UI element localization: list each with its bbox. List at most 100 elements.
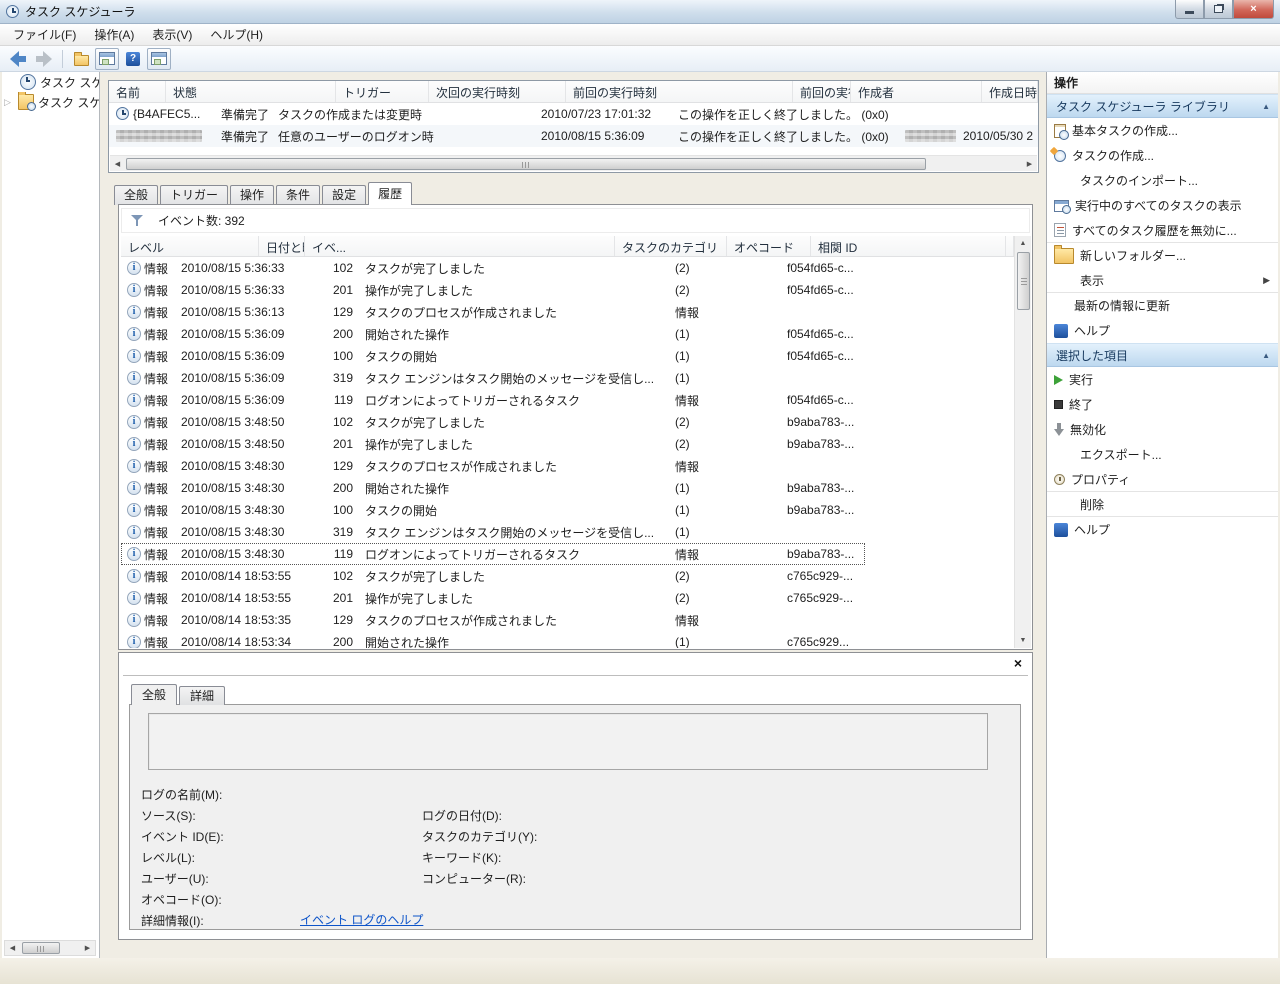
- action-item[interactable]: すべてのタスク履歴を無効に... ▶: [1047, 218, 1278, 243]
- column-header[interactable]: [1006, 236, 1014, 256]
- column-header[interactable]: タスクのカテゴリ: [615, 236, 727, 256]
- event-filter-bar[interactable]: イベント数: 392: [121, 208, 1030, 233]
- menu-item[interactable]: 操作(A): [85, 24, 143, 45]
- scrollbar-thumb[interactable]: [22, 942, 60, 954]
- event-row[interactable]: i情報 2010/08/15 5:36:33 102 タスクが完了しました (2…: [121, 257, 865, 279]
- column-header[interactable]: トリガー: [336, 81, 429, 102]
- action-item[interactable]: 削除 ▶: [1047, 492, 1278, 517]
- tab[interactable]: 操作: [230, 185, 274, 205]
- column-header[interactable]: 次回の実行時刻: [429, 81, 566, 102]
- event-row[interactable]: i情報 2010/08/15 3:48:30 119 ログオンによってトリガーさ…: [121, 543, 865, 565]
- column-header[interactable]: 作成者: [851, 81, 982, 102]
- action-item[interactable]: 基本タスクの作成... ▶: [1047, 118, 1278, 143]
- event-row[interactable]: i情報 2010/08/15 5:36:09 100 タスクの開始 (1) f0…: [121, 345, 865, 367]
- scrollbar-thumb[interactable]: [126, 158, 926, 170]
- event-row[interactable]: i情報 2010/08/15 5:36:09 319 タスク エンジンはタスク開…: [121, 367, 865, 389]
- export-list-button[interactable]: [69, 48, 93, 70]
- event-row[interactable]: i情報 2010/08/15 3:48:30 129 タスクのプロセスが作成され…: [121, 455, 865, 477]
- tab[interactable]: 設定: [322, 185, 366, 205]
- back-button[interactable]: [6, 48, 30, 70]
- event-time: 2010/08/15 3:48:30: [175, 525, 313, 539]
- column-header[interactable]: 前回の実行時刻: [566, 81, 793, 102]
- titlebar[interactable]: タスク スケジューラ ×: [0, 0, 1280, 24]
- action-item[interactable]: 実行 ▶: [1047, 367, 1278, 392]
- actions-section-header-library[interactable]: タスク スケジューラ ライブラリ ▲: [1047, 94, 1278, 118]
- scroll-down-icon[interactable]: ▼: [1016, 633, 1031, 648]
- action-item[interactable]: 終了 ▶: [1047, 392, 1278, 417]
- action-item[interactable]: 無効化 ▶: [1047, 417, 1278, 442]
- task-row[interactable]: {B4AFEC5... 準備完了 タスクの作成または変更時 2010/07/23…: [109, 103, 1038, 125]
- tree-item[interactable]: ▷ タスク スケジューラ ライブラリ: [2, 92, 99, 112]
- event-row[interactable]: i情報 2010/08/15 3:48:50 201 操作が完了しました (2)…: [121, 433, 865, 455]
- tab[interactable]: 全般: [114, 185, 158, 205]
- event-row[interactable]: i情報 2010/08/15 3:48:30 200 開始された操作 (1) b…: [121, 477, 865, 499]
- event-row[interactable]: i情報 2010/08/15 3:48:30 100 タスクの開始 (1) b9…: [121, 499, 865, 521]
- toolbar-help-button[interactable]: ?: [121, 48, 145, 70]
- action-item[interactable]: ヘルプ ▶: [1047, 318, 1278, 343]
- menu-item[interactable]: ファイル(F): [4, 24, 85, 45]
- action-pane-toggle-button[interactable]: [147, 48, 171, 70]
- action-item[interactable]: タスクの作成... ▶: [1047, 143, 1278, 168]
- restore-button[interactable]: [1204, 0, 1233, 19]
- column-header[interactable]: 相関 ID: [811, 236, 1006, 256]
- event-row[interactable]: i情報 2010/08/15 5:36:09 119 ログオンによってトリガーさ…: [121, 389, 865, 411]
- event-id: 129: [313, 305, 359, 319]
- action-item[interactable]: 実行中のすべてのタスクの表示 ▶: [1047, 193, 1278, 218]
- column-header[interactable]: 作成日時: [982, 81, 1038, 102]
- column-header[interactable]: 名前: [109, 81, 166, 102]
- event-row[interactable]: i情報 2010/08/15 3:48:50 102 タスクが完了しました (2…: [121, 411, 865, 433]
- action-item[interactable]: タスクのインポート... ▶: [1047, 168, 1278, 193]
- tab[interactable]: トリガー: [160, 185, 228, 205]
- preview-close-button[interactable]: ×: [1014, 655, 1022, 671]
- scroll-up-icon[interactable]: ▲: [1016, 236, 1031, 251]
- action-item[interactable]: 表示 ▶: [1047, 268, 1278, 293]
- tab[interactable]: 条件: [276, 185, 320, 205]
- event-row[interactable]: i情報 2010/08/15 5:36:33 201 操作が完了しました (2)…: [121, 279, 865, 301]
- event-row[interactable]: i情報 2010/08/15 5:36:09 200 開始された操作 (1) f…: [121, 323, 865, 345]
- expander-icon[interactable]: ▷: [4, 97, 14, 108]
- scroll-left-icon[interactable]: ◀: [5, 941, 20, 955]
- tab[interactable]: 履歴: [368, 182, 412, 205]
- event-description-box[interactable]: [148, 713, 988, 770]
- column-header[interactable]: 前回の実行結果: [793, 81, 851, 102]
- column-header[interactable]: 状態: [166, 81, 336, 102]
- event-opcode: (1): [669, 481, 781, 495]
- menu-item[interactable]: 表示(V): [143, 24, 201, 45]
- action-item[interactable]: エクスポート... ▶: [1047, 442, 1278, 467]
- event-row[interactable]: i情報 2010/08/15 5:36:13 129 タスクのプロセスが作成され…: [121, 301, 865, 323]
- scroll-right-icon[interactable]: ▶: [1022, 157, 1037, 171]
- task-row[interactable]: 準備完了 任意のユーザーのログオン時 2010/08/15 5:36:09 この…: [109, 125, 1038, 147]
- action-item[interactable]: 最新の情報に更新 ▶: [1047, 293, 1278, 318]
- event-list-vertical-scrollbar[interactable]: ▲ ▼: [1014, 236, 1031, 648]
- event-row[interactable]: i情報 2010/08/14 18:53:34 200 開始された操作 (1) …: [121, 631, 865, 648]
- scroll-right-icon[interactable]: ▶: [80, 941, 95, 955]
- event-log-help-link[interactable]: イベント ログのヘルプ: [300, 911, 423, 928]
- column-header[interactable]: 日付と時刻: [259, 236, 305, 256]
- column-header[interactable]: レベル: [121, 236, 259, 256]
- task-last-result: この操作を正しく終了しました。 (0x0): [671, 106, 898, 123]
- preview-tab[interactable]: 詳細: [179, 686, 225, 705]
- action-item[interactable]: ヘルプ ▶: [1047, 517, 1278, 542]
- task-list-horizontal-scrollbar[interactable]: ◀ ▶: [110, 155, 1037, 171]
- tree-horizontal-scrollbar[interactable]: ◀ ▶: [4, 940, 96, 956]
- menu-item[interactable]: ヘルプ(H): [201, 24, 272, 45]
- scrollbar-thumb[interactable]: [1017, 252, 1030, 310]
- scroll-left-icon[interactable]: ◀: [110, 157, 125, 171]
- tree-item[interactable]: タスク スケジューラ: [2, 72, 99, 92]
- close-button[interactable]: ×: [1233, 0, 1274, 19]
- event-row[interactable]: i情報 2010/08/14 18:53:55 102 タスクが完了しました (…: [121, 565, 865, 587]
- minimize-button[interactable]: [1175, 0, 1204, 19]
- preview-tab[interactable]: 全般: [131, 684, 177, 705]
- forward-button[interactable]: [32, 48, 56, 70]
- collapse-icon[interactable]: ▲: [1262, 102, 1270, 111]
- actions-section-header-selected[interactable]: 選択した項目 ▲: [1047, 343, 1278, 367]
- column-header[interactable]: イベ...: [305, 236, 615, 256]
- event-row[interactable]: i情報 2010/08/14 18:53:35 129 タスクのプロセスが作成さ…: [121, 609, 865, 631]
- action-item[interactable]: 新しいフォルダー... ▶: [1047, 243, 1278, 268]
- event-row[interactable]: i情報 2010/08/15 3:48:30 319 タスク エンジンはタスク開…: [121, 521, 865, 543]
- event-row[interactable]: i情報 2010/08/14 18:53:55 201 操作が完了しました (2…: [121, 587, 865, 609]
- column-header[interactable]: オペコード: [727, 236, 811, 256]
- action-item[interactable]: プロパティ ▶: [1047, 467, 1278, 492]
- console-tree-toggle-button[interactable]: [95, 48, 119, 70]
- collapse-icon[interactable]: ▲: [1262, 351, 1270, 360]
